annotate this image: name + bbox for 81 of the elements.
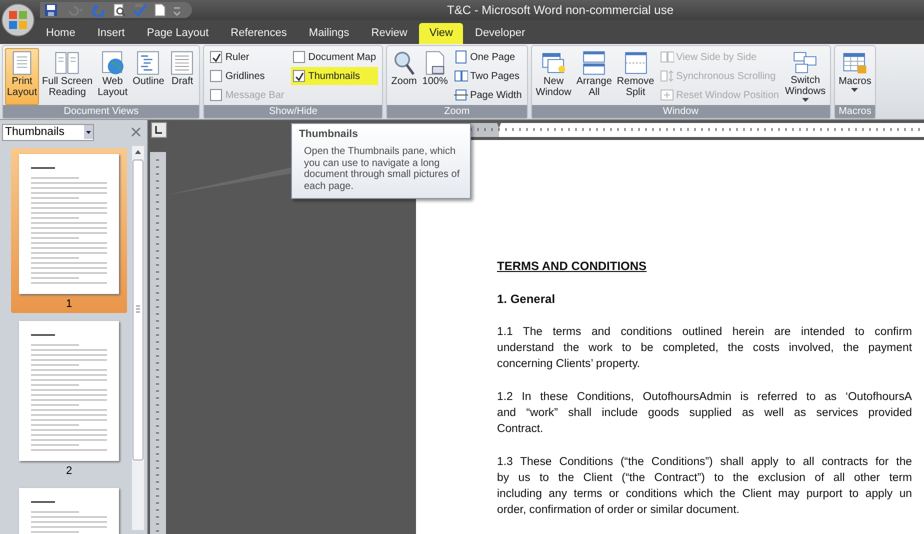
text-line: order, confirmation of order or similar document.: [497, 503, 740, 518]
page-number: 1: [66, 297, 72, 311]
document-heading: TERMS AND CONDITIONS: [497, 258, 647, 274]
ribbon-button[interactable]: Draft: [167, 48, 198, 105]
text-line: 1.3 These Conditions (“the Conditions”) shall apply to all contracts for the: [497, 455, 912, 470]
ribbon-button[interactable]: Web Layout: [96, 48, 130, 105]
ribbon-button[interactable]: Switch Windows: [783, 48, 828, 105]
ribbon-button[interactable]: Macros: [836, 48, 874, 105]
office-button[interactable]: [1, 3, 35, 37]
checkbox[interactable]: [293, 51, 306, 63]
new-window-icon: [540, 50, 567, 76]
checkbox-option[interactable]: Document Map: [291, 48, 378, 66]
ribbon-button[interactable]: 100%: [420, 48, 450, 105]
checkbox[interactable]: [210, 70, 222, 82]
draft-icon: [169, 50, 196, 76]
ribbon-button[interactable]: Remove Split: [614, 48, 656, 105]
checkbox-option[interactable]: Thumbnails: [291, 67, 378, 85]
window-title: T&C - Microsoft Word non-commercial use: [447, 3, 674, 17]
page-thumbnail[interactable]: 1: [11, 148, 127, 313]
group-label: Show/Hide: [204, 105, 382, 118]
tooltip-title: Thumbnails: [299, 128, 359, 140]
text-line: including any terms or conditions which the Client may purport to apply un: [497, 487, 912, 502]
checkmark-icon: [294, 72, 304, 80]
pane-dropdown[interactable]: Thumbnails: [2, 124, 94, 140]
ribbon-tab[interactable]: Insert: [87, 23, 135, 44]
ribbon-tab[interactable]: Page Layout: [136, 23, 219, 44]
page-number: 2: [66, 464, 72, 478]
section-heading: 1. General: [497, 291, 556, 307]
text-line: 1.2 In these Conditions, OutofhoursAdmin is referred to as ‘OutofhoursA: [497, 390, 912, 405]
checkbox[interactable]: [210, 51, 222, 63]
ribbon-button[interactable]: Outline: [130, 48, 166, 105]
book-icon: [54, 50, 80, 76]
side-by-side-icon: [660, 50, 674, 64]
ribbon-button[interactable]: Zoom: [389, 48, 420, 105]
ribbon-button[interactable]: Print Layout: [5, 48, 40, 105]
close-icon[interactable]: [131, 127, 141, 137]
checkbox-option[interactable]: Ruler: [208, 48, 286, 66]
save-icon[interactable]: [44, 3, 58, 17]
ribbon-button[interactable]: One Page: [453, 48, 523, 66]
ribbon-tab[interactable]: Review: [361, 23, 418, 44]
split-window-icon: [622, 50, 649, 76]
spelling-check-icon[interactable]: [132, 3, 148, 17]
ribbon-tab[interactable]: View: [419, 23, 463, 44]
page-width-icon: [454, 88, 468, 102]
switch-windows-icon: [792, 50, 818, 76]
synchronous-scrolling-icon: [660, 69, 674, 83]
ribbon-tab[interactable]: References: [220, 23, 297, 44]
scrollbar[interactable]: [132, 146, 144, 530]
checkbox[interactable]: [293, 70, 306, 82]
ribbon-button[interactable]: Two Pages: [453, 67, 523, 85]
arrange-windows-icon: [581, 50, 608, 76]
group-label: Document Views: [3, 105, 200, 118]
text-line: Contract.: [497, 422, 544, 437]
new-document-icon[interactable]: [154, 3, 166, 17]
reset-window-icon: [660, 88, 674, 102]
group-label: Window: [532, 105, 830, 118]
macro-icon: [842, 50, 868, 76]
ribbon-button[interactable]: Full Screen Reading: [40, 48, 95, 105]
two-pages-icon: [454, 69, 468, 83]
group-label: Macros: [834, 105, 876, 118]
ribbon-button[interactable]: New Window: [534, 48, 574, 105]
page-thumbnail[interactable]: 2: [11, 315, 127, 480]
ribbon-button[interactable]: Arrange All: [574, 48, 614, 105]
tooltip-text: Open the Thumbnails pane, which you can use to navigate a long document through small pictures of each page.: [303, 146, 461, 192]
text-line: 1.1 The terms and conditions outlined herein are intended to confirm: [497, 325, 912, 340]
group-label: Zoom: [387, 105, 527, 118]
text-line: concerning Clients’ property.: [497, 357, 642, 372]
text-line: and “work” shall include goods supplied as well as services provided: [497, 406, 912, 421]
print-preview-icon[interactable]: [112, 3, 126, 17]
ribbon-tab[interactable]: Developer: [465, 23, 536, 44]
checkmark-icon: [212, 52, 221, 62]
tab-selector-icon[interactable]: [151, 122, 167, 138]
one-page-icon: [454, 50, 468, 64]
checkbox-option[interactable]: Gridlines: [208, 67, 286, 85]
ribbon-tab[interactable]: Home: [36, 23, 86, 44]
outline-icon: [135, 50, 162, 76]
ribbon-tab[interactable]: Mailings: [298, 23, 360, 44]
globe-icon: [100, 50, 126, 76]
ribbon-button[interactable]: Page Width: [453, 86, 523, 104]
text-line: understand the work to be completed, the costs involved, the payment: [497, 341, 912, 356]
text-line: by us to the Client (“the Contract”) to the exclusion of all other term: [497, 471, 912, 486]
